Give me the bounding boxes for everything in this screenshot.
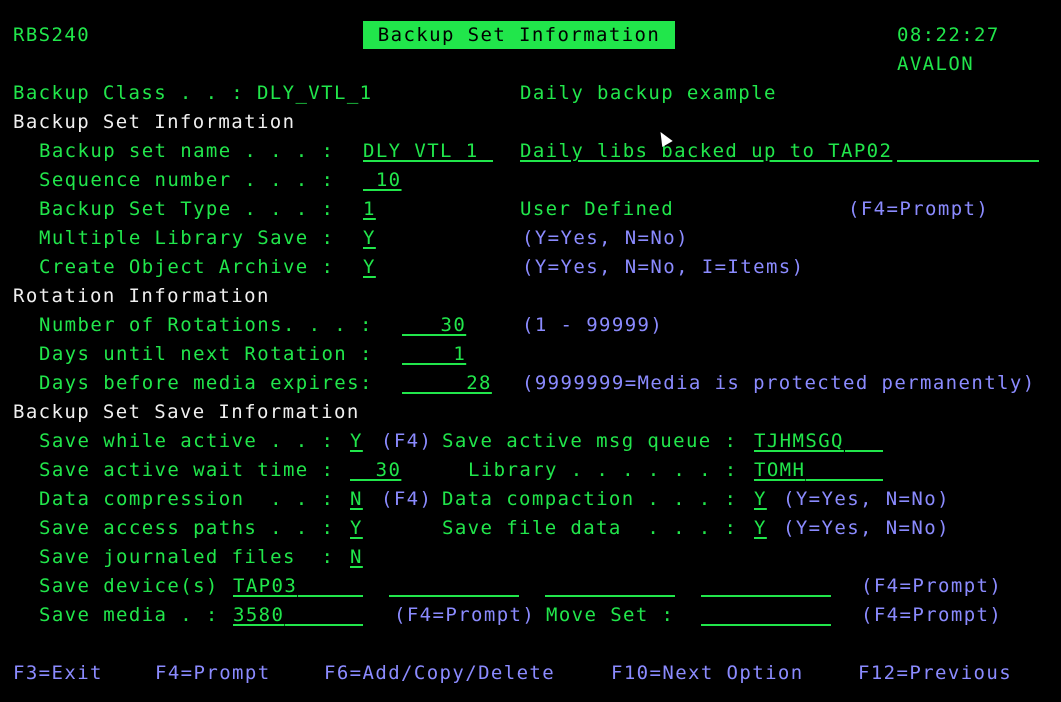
- journaled-field[interactable]: N: [350, 545, 363, 569]
- fkey-prompt[interactable]: F4=Prompt: [155, 661, 271, 685]
- library-field-underline: [806, 479, 883, 481]
- backup-class-label: Backup Class . . : DLY_VTL_1: [13, 82, 373, 104]
- archive-hint: (Y=Yes, N=No, I=Items): [522, 256, 805, 278]
- program-name: RBS240: [13, 24, 91, 46]
- save-active-field[interactable]: Y: [350, 429, 363, 453]
- devices-prompt-hint: (F4=Prompt): [861, 575, 1003, 597]
- set-description-field[interactable]: Daily libs backed up to TAP02: [520, 139, 892, 163]
- move-set-label: Move Set :: [546, 604, 675, 626]
- file-data-label: Save file data . . . :: [442, 517, 738, 539]
- compression-label: Data compression . . :: [39, 488, 335, 510]
- days-next-label: Days until next Rotation :: [39, 343, 373, 365]
- archive-field[interactable]: Y: [363, 255, 376, 279]
- device-1-field[interactable]: TAP03: [233, 574, 297, 598]
- move-set-field[interactable]: [701, 624, 831, 626]
- msg-queue-field[interactable]: TJHMSGQ: [754, 429, 844, 453]
- wait-time-field[interactable]: 30: [350, 458, 401, 482]
- archive-label: Create Object Archive :: [39, 256, 335, 278]
- section-backup-set: Backup Set Information: [13, 111, 296, 133]
- rotations-hint: (1 - 99999): [522, 314, 664, 336]
- rotations-field[interactable]: 30: [402, 313, 466, 337]
- fkey-add-copy-delete[interactable]: F6=Add/Copy/Delete: [324, 661, 555, 685]
- sequence-label: Sequence number . . . :: [39, 169, 335, 191]
- library-field[interactable]: TOMH: [754, 458, 805, 482]
- device-1-field-underline: [298, 595, 363, 597]
- wait-time-label: Save active wait time :: [39, 459, 335, 481]
- access-paths-field[interactable]: Y: [350, 516, 363, 540]
- msg-queue-field-underline: [845, 450, 883, 452]
- media-field[interactable]: 3580: [233, 603, 284, 627]
- file-data-field[interactable]: Y: [754, 516, 767, 540]
- screen-title: Backup Set Information: [363, 21, 675, 49]
- file-data-hint: (Y=Yes, N=No): [783, 517, 950, 539]
- msg-queue-label: Save active msg queue :: [442, 430, 738, 452]
- days-next-field[interactable]: 1: [402, 342, 466, 366]
- move-set-prompt-hint: (F4=Prompt): [861, 604, 1003, 626]
- set-type-label: Backup Set Type . . . :: [39, 198, 335, 220]
- rotations-label: Number of Rotations. . . :: [39, 314, 373, 336]
- days-expire-hint: (9999999=Media is protected permanently): [522, 372, 1036, 394]
- set-type-description: User Defined: [520, 198, 675, 220]
- set-name-label: Backup set name . . . :: [39, 140, 335, 162]
- fkey-exit[interactable]: F3=Exit: [13, 661, 103, 685]
- set-name-field[interactable]: DLY_VTL_1: [363, 139, 479, 163]
- section-rotation: Rotation Information: [13, 285, 270, 307]
- save-active-f4-hint: (F4): [381, 430, 433, 452]
- set-name-field-underline: [470, 160, 493, 162]
- compression-f4-hint: (F4): [381, 488, 433, 510]
- sequence-field[interactable]: 10: [363, 168, 402, 192]
- compaction-hint: (Y=Yes, N=No): [783, 488, 950, 510]
- set-type-field[interactable]: 1: [363, 197, 376, 221]
- multi-lib-label: Multiple Library Save :: [39, 227, 335, 249]
- device-4-field[interactable]: [701, 595, 831, 597]
- device-2-field[interactable]: [389, 595, 519, 597]
- save-active-label: Save while active . . :: [39, 430, 335, 452]
- set-type-prompt-hint: (F4=Prompt): [848, 198, 990, 220]
- media-prompt-hint: (F4=Prompt): [394, 604, 536, 626]
- fkey-next-option[interactable]: F10=Next Option: [611, 661, 804, 685]
- section-save: Backup Set Save Information: [13, 401, 360, 423]
- clock-time: 08:22:27: [897, 24, 1000, 46]
- fkey-previous[interactable]: F12=Previous: [858, 661, 1012, 685]
- devices-label: Save device(s): [39, 575, 219, 597]
- journaled-label: Save journaled files :: [39, 546, 335, 568]
- compaction-field[interactable]: Y: [754, 487, 767, 511]
- compression-field[interactable]: N: [350, 487, 363, 511]
- multi-lib-hint: (Y=Yes, N=No): [522, 227, 689, 249]
- days-expire-label: Days before media expires:: [39, 372, 373, 394]
- media-label: Save media . :: [39, 604, 219, 626]
- backup-class-description: Daily backup example: [520, 82, 777, 104]
- device-3-field[interactable]: [545, 595, 675, 597]
- library-label: Library . . . . . . :: [468, 459, 738, 481]
- days-expire-field[interactable]: 28: [402, 371, 492, 395]
- compaction-label: Data compaction . . . :: [442, 488, 738, 510]
- media-field-underline: [285, 624, 363, 626]
- system-name: AVALON: [897, 53, 975, 75]
- access-paths-label: Save access paths . . :: [39, 517, 335, 539]
- multi-lib-field[interactable]: Y: [363, 226, 376, 250]
- set-description-field-underline: [897, 160, 1039, 162]
